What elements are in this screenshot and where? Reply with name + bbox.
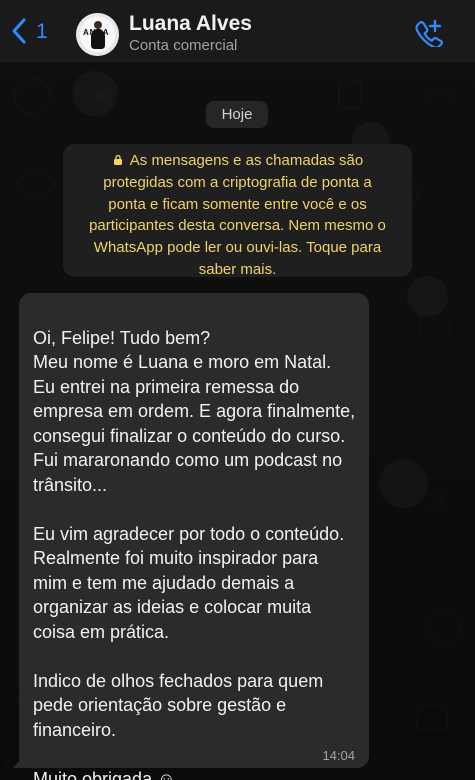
contact-info[interactable]: Luana Alves Conta comercial — [129, 12, 379, 54]
chat-header: 1 ANCA Luana Alves Conta comercial — [0, 0, 475, 62]
whatsapp-chat-screen: 1 ANCA Luana Alves Conta comercial Hoje … — [0, 0, 475, 780]
chevron-left-icon — [12, 18, 26, 44]
message-text: Oi, Felipe! Tudo bem? Meu nome é Luana e… — [33, 327, 356, 780]
incoming-message-bubble[interactable]: Oi, Felipe! Tudo bem? Meu nome é Luana e… — [19, 293, 369, 780]
unread-count: 1 — [36, 19, 48, 43]
contact-name: Luana Alves — [129, 12, 252, 35]
avatar-logo-text: ANCA — [83, 28, 110, 37]
phone-plus-icon[interactable] — [414, 17, 444, 47]
encryption-notice-text: As mensagens e as chamadas são protegida… — [89, 152, 386, 278]
back-button[interactable]: 1 — [10, 15, 50, 47]
date-separator: Hoje — [206, 101, 268, 128]
lock-icon — [113, 154, 122, 165]
contact-avatar[interactable]: ANCA — [76, 13, 119, 56]
contact-subtitle: Conta comercial — [129, 37, 238, 54]
message-timestamp: 14:04 — [322, 748, 355, 763]
encryption-notice[interactable]: As mensagens e as chamadas são protegida… — [63, 144, 412, 278]
